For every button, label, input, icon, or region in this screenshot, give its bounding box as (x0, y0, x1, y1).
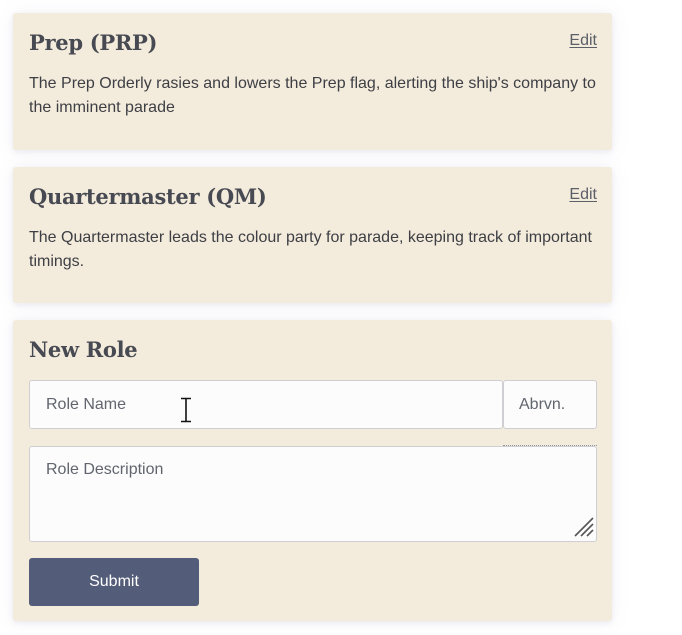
new-role-title: New Role (29, 337, 138, 362)
edit-role-link[interactable]: Edit (569, 186, 597, 204)
role-description: The Quartermaster leads the colour party… (29, 229, 592, 270)
submit-button[interactable]: Submit (29, 558, 199, 606)
role-title: Quartermaster (QM) (29, 184, 267, 209)
role-description-textarea[interactable] (29, 446, 597, 542)
role-name-input[interactable] (29, 380, 503, 429)
role-card: Prep (PRP) Edit The Prep Orderly rasies … (13, 13, 612, 150)
edit-role-link[interactable]: Edit (569, 32, 597, 50)
new-role-form: New Role Submit (13, 320, 612, 621)
role-card: Quartermaster (QM) Edit The Quartermaste… (13, 167, 612, 303)
role-description: The Prep Orderly rasies and lowers the P… (29, 75, 596, 116)
roles-page: Prep (PRP) Edit The Prep Orderly rasies … (0, 0, 682, 635)
role-title: Prep (PRP) (29, 30, 158, 55)
role-abbreviation-input[interactable] (503, 380, 597, 429)
